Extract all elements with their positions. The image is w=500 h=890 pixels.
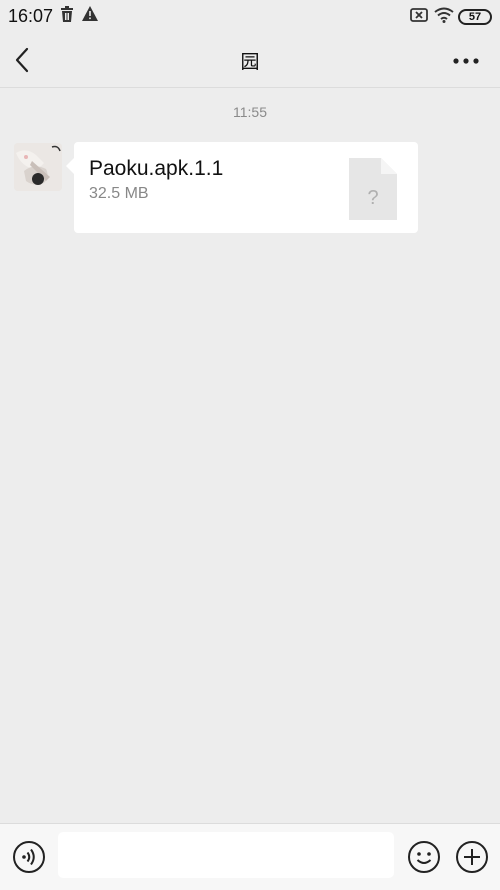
file-size: 32.5 MB: [89, 185, 149, 202]
avatar-image: [14, 143, 62, 191]
more-dots-icon[interactable]: [452, 56, 480, 66]
plus-icon[interactable]: [455, 840, 489, 874]
status-bar: 16:07 57: [0, 0, 500, 32]
file-name: Paoku.apk.1.1: [89, 157, 224, 180]
message-input[interactable]: [58, 832, 394, 878]
nav-bar: 园: [0, 32, 500, 88]
battery-icon: 57: [458, 9, 492, 25]
status-time: 16:07: [8, 6, 54, 26]
file-icon-mark: ?: [367, 187, 378, 209]
bubble-tail: [66, 158, 74, 174]
chat-title: 园: [240, 52, 260, 73]
trash-icon: [61, 6, 73, 22]
wifi-icon: [434, 7, 454, 23]
emoji-icon[interactable]: [407, 840, 441, 874]
sim-off-icon: [410, 8, 428, 22]
battery-level: 57: [468, 11, 482, 23]
unknown-file-icon: ?: [349, 158, 397, 220]
file-message-bubble[interactable]: Paoku.apk.1.1 32.5 MB ?: [66, 142, 418, 233]
avatar[interactable]: [14, 143, 62, 191]
warning-icon: [82, 6, 98, 21]
voice-icon[interactable]: [12, 840, 46, 874]
input-bar: [0, 823, 500, 890]
message-timestamp: 11:55: [233, 104, 267, 120]
